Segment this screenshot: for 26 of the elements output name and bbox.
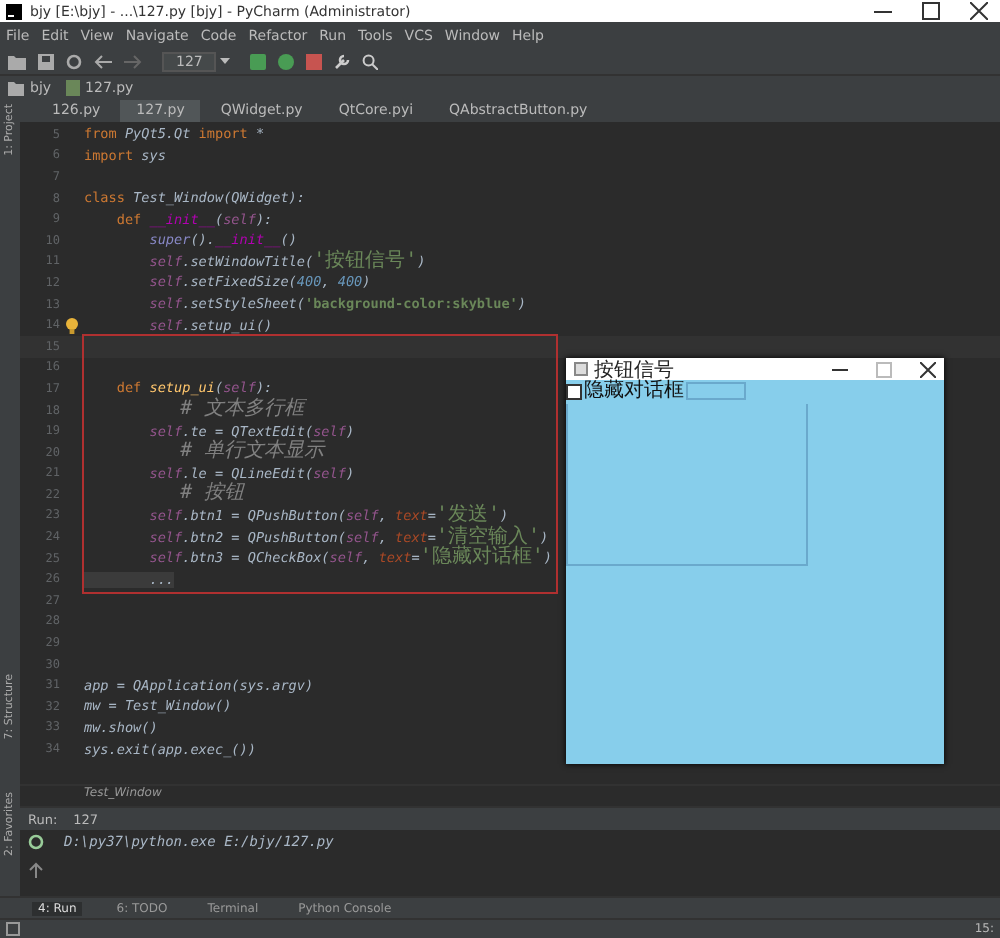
checkbox[interactable]	[566, 383, 582, 399]
lightbulb-icon[interactable]	[66, 317, 78, 334]
close-icon[interactable]	[970, 2, 988, 20]
stop-icon[interactable]	[306, 53, 323, 69]
wrench-icon[interactable]	[334, 53, 351, 69]
layout-icon[interactable]	[6, 922, 20, 936]
run-icon[interactable]	[250, 53, 267, 69]
code-line: # 按钮	[178, 484, 245, 505]
arrow-up-icon[interactable]	[28, 862, 44, 878]
search-icon[interactable]	[362, 53, 379, 69]
code-line: # 文本多行框	[178, 400, 305, 421]
back-arrow-icon[interactable]	[94, 53, 112, 69]
python-file-icon	[65, 80, 80, 96]
rerun-icon[interactable]	[28, 834, 44, 850]
debug-icon[interactable]	[278, 53, 295, 69]
text-edit-field[interactable]	[566, 404, 808, 566]
caret-down-icon[interactable]	[220, 58, 231, 64]
code-line: # 单行文本显示	[178, 442, 325, 463]
checkbox-label: 隐藏对话框	[584, 380, 684, 402]
maximize-icon[interactable]	[922, 2, 940, 20]
window-title: 按钮信号	[594, 357, 674, 381]
close-icon[interactable]	[920, 361, 936, 377]
save-icon[interactable]	[38, 53, 54, 69]
app-icon	[574, 362, 588, 376]
refresh-icon[interactable]	[66, 53, 82, 69]
line-edit-field[interactable]	[686, 382, 746, 400]
